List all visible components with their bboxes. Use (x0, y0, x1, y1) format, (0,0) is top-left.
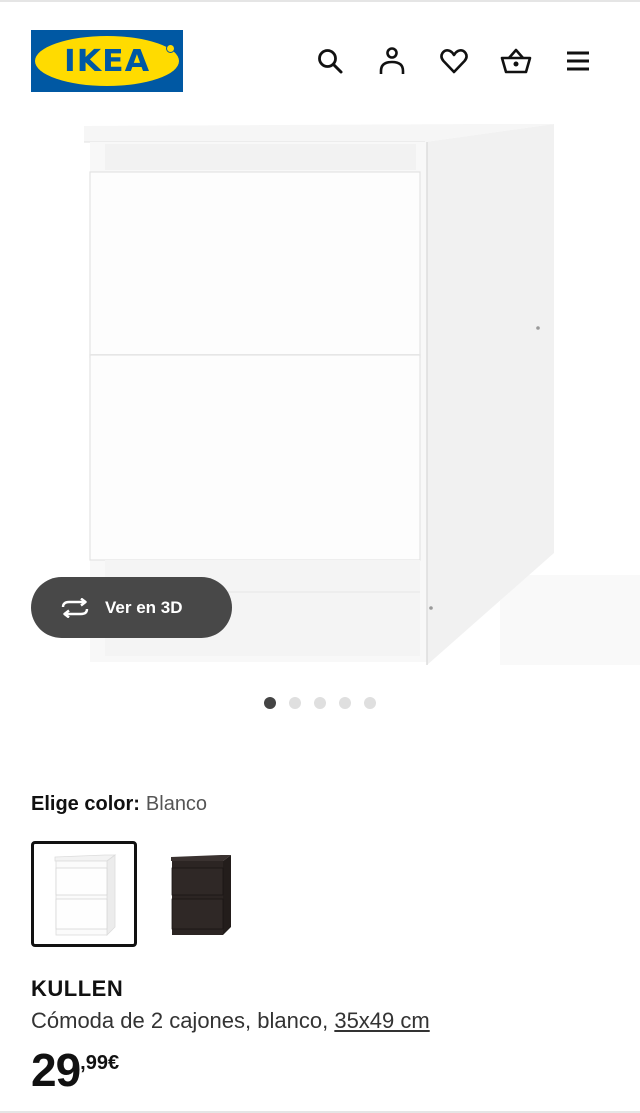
color-swatch-black-brown[interactable] (147, 841, 253, 947)
color-selector-heading: Elige color: Blanco (31, 793, 207, 816)
gallery-dot-3[interactable] (314, 697, 326, 709)
menu-icon[interactable] (560, 43, 596, 79)
view-3d-label: Ver en 3D (105, 597, 183, 617)
gallery-pagination (264, 697, 376, 709)
gallery-dot-5[interactable] (364, 697, 376, 709)
price-integer: 29 (31, 1044, 81, 1096)
search-icon[interactable] (312, 43, 348, 79)
user-icon[interactable] (374, 43, 410, 79)
product-price: 29,99€ (31, 1042, 119, 1098)
product-description-text: Cómoda de 2 cajones, blanco, (31, 1008, 329, 1033)
view-3d-button[interactable]: Ver en 3D (31, 577, 232, 638)
price-decimal: ,99€ (80, 1052, 120, 1074)
product-description: Cómoda de 2 cajones, blanco, 35x49 cm (31, 1008, 430, 1034)
gallery-dot-1[interactable] (264, 697, 276, 709)
basket-icon[interactable] (498, 43, 534, 79)
gallery-dot-4[interactable] (339, 697, 351, 709)
color-swatch-white[interactable] (31, 841, 137, 947)
color-selected-value: Blanco (145, 793, 208, 815)
ikea-logo[interactable]: IKEA (31, 30, 183, 92)
heart-icon[interactable] (436, 43, 472, 79)
gallery-dot-2[interactable] (289, 697, 301, 709)
registered-mark-icon (166, 44, 175, 53)
logo-text: IKEA (63, 43, 151, 79)
site-header: IKEA (0, 0, 640, 120)
logo-oval: IKEA (35, 36, 179, 86)
product-name: KULLEN (31, 976, 124, 1001)
rotate-3d-icon (59, 597, 91, 619)
color-label: Elige color: (31, 793, 140, 815)
product-size-link[interactable]: 35x49 cm (334, 1008, 429, 1033)
